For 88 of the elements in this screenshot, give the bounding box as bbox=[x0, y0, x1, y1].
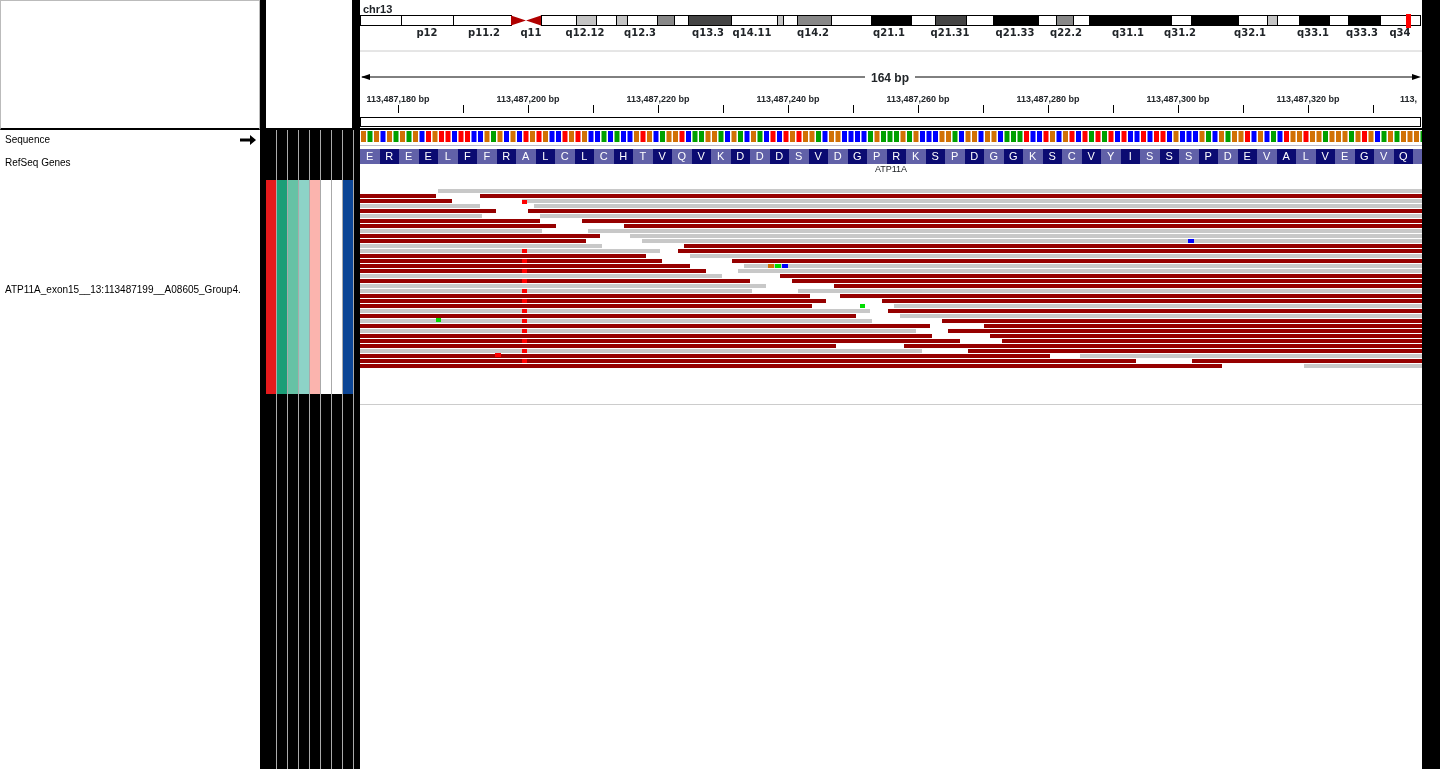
amino-acid: V bbox=[1081, 149, 1101, 164]
amino-acid: K bbox=[911, 149, 921, 164]
amino-acid: D bbox=[769, 149, 789, 164]
amino-acid: V bbox=[691, 149, 711, 164]
tick-label: 113, bbox=[1400, 93, 1418, 106]
amino-acid: A bbox=[1276, 149, 1296, 164]
band-label: q34 bbox=[1389, 26, 1411, 40]
band-label: q11 bbox=[520, 26, 542, 40]
amino-acid: P bbox=[1198, 149, 1218, 164]
amino-acid: E bbox=[365, 149, 375, 164]
band-label: q32.1 bbox=[1234, 26, 1266, 40]
amino-acid: E bbox=[1340, 149, 1350, 164]
amino-acid: I bbox=[1120, 149, 1140, 164]
amino-acid: R bbox=[379, 149, 399, 164]
amino-acid: F bbox=[482, 149, 492, 164]
amino-acid: C bbox=[1066, 149, 1077, 164]
amino-acid: V bbox=[652, 149, 672, 164]
amino-acid: C bbox=[598, 149, 609, 164]
amino-acid: D bbox=[730, 149, 750, 164]
amino-acid: L bbox=[535, 149, 555, 164]
amino-acid: P bbox=[872, 149, 882, 164]
band-label: q31.2 bbox=[1164, 26, 1196, 40]
band-label: p12 bbox=[416, 26, 438, 40]
band-label: q21.33 bbox=[995, 26, 1035, 40]
track-name: RefSeq Genes bbox=[5, 157, 71, 169]
band-label: q33.3 bbox=[1346, 26, 1378, 40]
amino-acid: L bbox=[1301, 149, 1310, 164]
chromosome-ideogram-drawing[interactable] bbox=[360, 14, 1422, 28]
amino-acid: S bbox=[1042, 149, 1062, 164]
tick-label: 113,487,220 bp bbox=[626, 93, 690, 106]
amino-acid: L bbox=[443, 149, 452, 164]
amino-acid: A bbox=[521, 149, 531, 164]
amino-acid: S bbox=[1159, 149, 1179, 164]
amino-acid: V bbox=[1315, 149, 1335, 164]
amino-acid: S bbox=[925, 149, 945, 164]
track-name: Sequence bbox=[5, 134, 51, 146]
amino-acid: Q bbox=[676, 149, 688, 164]
amino-acid: L bbox=[574, 149, 594, 164]
strand-arrow-icon[interactable] bbox=[240, 135, 256, 145]
band-label: q33.1 bbox=[1297, 26, 1329, 40]
amino-acid: E bbox=[418, 149, 438, 164]
amino-acid: K bbox=[1028, 149, 1038, 164]
amino-acid: G bbox=[1354, 149, 1374, 164]
amino-acid: F bbox=[457, 149, 477, 164]
tick-label: 113,487,240 bp bbox=[756, 93, 820, 106]
band-label: p11.2 bbox=[468, 26, 500, 40]
amino-acid: D bbox=[1222, 149, 1233, 164]
chromosome-name: chr13 bbox=[363, 2, 393, 17]
tick-label: 113,487,260 bp bbox=[886, 93, 950, 106]
amino-acid: S bbox=[1145, 149, 1155, 164]
amino-acid: D bbox=[964, 149, 984, 164]
tick-label: 113,487,200 bp bbox=[496, 93, 560, 106]
tick-label: 113,487,300 bp bbox=[1146, 93, 1210, 106]
amino-acid: D bbox=[754, 149, 765, 164]
amino-acid: V bbox=[1379, 149, 1389, 164]
amino-acid: V bbox=[808, 149, 828, 164]
amino-acid: Q bbox=[1393, 149, 1413, 164]
amino-acid: G bbox=[1003, 149, 1023, 164]
amino-acid: H bbox=[613, 149, 633, 164]
amino-acid: P bbox=[950, 149, 960, 164]
band-label: q13.3 bbox=[692, 26, 724, 40]
tick-label: 113,487,280 bp bbox=[1016, 93, 1080, 106]
amino-acid: Y bbox=[1106, 149, 1116, 164]
band-label: q14.2 bbox=[797, 26, 829, 40]
amino-acid: S bbox=[794, 149, 804, 164]
amino-acid: R bbox=[886, 149, 906, 164]
amino-acid: G bbox=[847, 149, 867, 164]
amino-acid: K bbox=[716, 149, 726, 164]
band-label: q21.1 bbox=[873, 26, 905, 40]
amino-acid: R bbox=[496, 149, 516, 164]
amino-acid: E bbox=[1237, 149, 1257, 164]
tick-label: 113,487,320 bp bbox=[1276, 93, 1340, 106]
tick-label: 113,487,180 bp bbox=[366, 93, 430, 106]
band-label: q31.1 bbox=[1112, 26, 1144, 40]
amino-acid: D bbox=[832, 149, 843, 164]
amino-acid: C bbox=[559, 149, 570, 164]
amino-acid: G bbox=[988, 149, 1000, 164]
amino-acid: S bbox=[1184, 149, 1194, 164]
amino-acid: V bbox=[1262, 149, 1272, 164]
band-label: q14.11 bbox=[732, 26, 772, 40]
band-label: q22.2 bbox=[1050, 26, 1082, 40]
band-label: q12.12 bbox=[565, 26, 605, 40]
amino-acid: E bbox=[404, 149, 414, 164]
band-label: q21.31 bbox=[930, 26, 970, 40]
band-label: q12.3 bbox=[624, 26, 656, 40]
track-name: ATP11A_exon15__13:113487199__A08605_Group4. bbox=[5, 284, 241, 296]
gene-name: ATP11A bbox=[874, 163, 908, 176]
amino-acid: T bbox=[638, 149, 648, 164]
